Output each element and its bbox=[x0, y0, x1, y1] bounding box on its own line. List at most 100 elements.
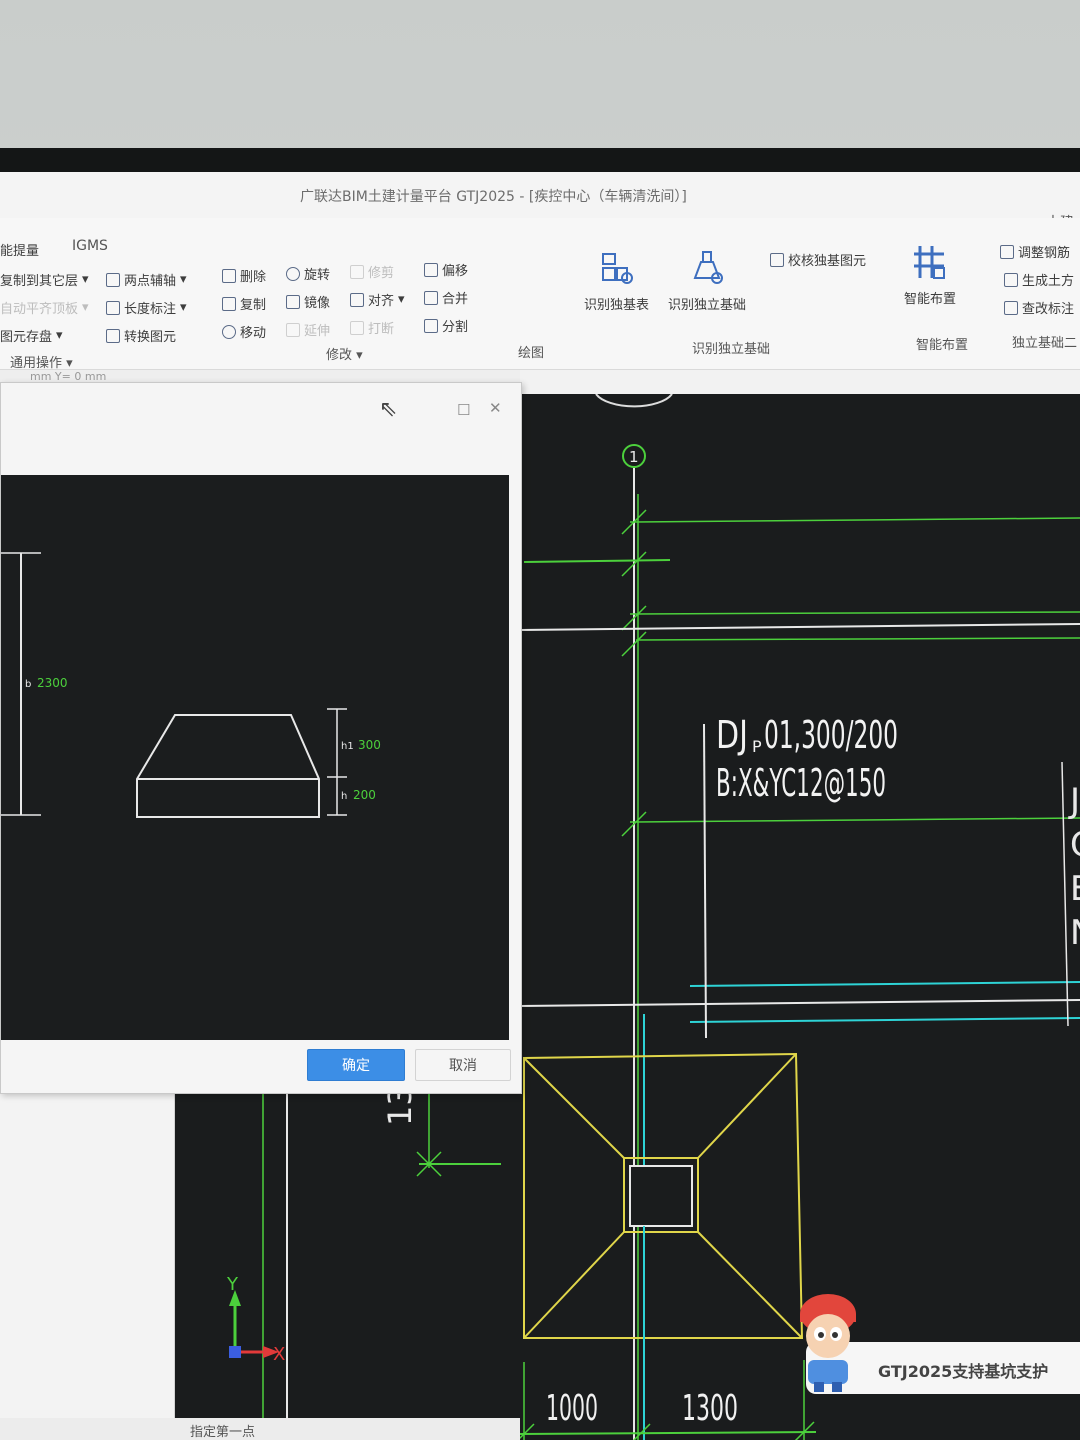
modify-group-label: 修改 bbox=[326, 348, 353, 363]
extend-label: 延伸 bbox=[304, 324, 331, 339]
rotate-button[interactable]: 旋转 bbox=[286, 264, 330, 283]
align-label: 对齐 bbox=[368, 294, 395, 309]
b-value: 2300 bbox=[37, 676, 68, 690]
split-icon bbox=[424, 318, 438, 333]
igms-button[interactable]: IGMS bbox=[72, 238, 108, 254]
common-ops-label: 通用操作 bbox=[10, 356, 63, 371]
move-label: 移动 bbox=[240, 326, 267, 341]
generate-earthwork-label: 生成土方 bbox=[1022, 274, 1075, 289]
merge-label: 合并 bbox=[442, 292, 469, 307]
annotation-icon bbox=[1004, 300, 1018, 315]
check-icon bbox=[770, 252, 784, 267]
identify-group: 识别独立基础 bbox=[692, 338, 770, 357]
trim-label: 修剪 bbox=[368, 266, 395, 281]
table-identify-icon bbox=[601, 253, 633, 284]
offset-button[interactable]: 偏移 bbox=[424, 260, 468, 279]
smart-layout-button[interactable]: 智能布置 bbox=[904, 242, 956, 307]
foundation-identify-icon bbox=[693, 251, 723, 284]
ribbon: 能提量 IGMS 复制到其它层 ▾ 自动平齐顶板 ▾ 图元存盘 ▾ 通用操作 ▾ 两点… bbox=[0, 218, 1080, 371]
edit-annotation-button[interactable]: 查改标注 bbox=[1004, 298, 1074, 317]
edge-char-4: N bbox=[1070, 913, 1080, 953]
offset-label: 偏移 bbox=[442, 264, 469, 279]
auto-align-slab-button[interactable]: 自动平齐顶板 ▾ bbox=[0, 298, 89, 317]
section-outline bbox=[136, 714, 320, 818]
split-button[interactable]: 分割 bbox=[424, 316, 468, 335]
igms-label: IGMS bbox=[72, 238, 108, 254]
mirror-button[interactable]: 镜像 bbox=[286, 292, 330, 311]
copy-to-floor-button[interactable]: 复制到其它层 ▾ bbox=[0, 270, 89, 289]
two-point-axis-button[interactable]: 两点辅轴 ▾ bbox=[106, 270, 187, 289]
section-drawing: b 2300 h1 300 h 200 bbox=[1, 552, 381, 818]
move-button[interactable]: 移动 bbox=[222, 322, 266, 341]
cancel-button[interactable]: 取消 bbox=[415, 1049, 511, 1081]
dim-line-4 bbox=[635, 637, 1080, 641]
dim-line-5 bbox=[629, 817, 1080, 823]
delete-button[interactable]: 删除 bbox=[222, 266, 266, 285]
merge-button[interactable]: 合并 bbox=[424, 288, 468, 307]
monitor-screen: 广联达BIM土建计量平台 GTJ2025 - [疾控中心（车辆清洗间）] 土建 … bbox=[0, 172, 1080, 1440]
mirror-icon bbox=[286, 294, 300, 309]
foundation-preview-dialog: ⇖ ☐ ✕ b 2300 h1 300 h 200 确定 取消 bbox=[0, 382, 522, 1094]
delete-label: 删除 bbox=[240, 270, 267, 285]
save-elements-button[interactable]: 图元存盘 ▾ bbox=[0, 326, 63, 345]
identify-foundation-label: 识别独立基础 bbox=[668, 298, 747, 313]
beam-line-cyan-1 bbox=[689, 981, 1080, 987]
close-button[interactable]: ✕ bbox=[489, 399, 502, 417]
earthwork-icon bbox=[1004, 272, 1018, 287]
modify-group[interactable]: 修改 ▾ bbox=[326, 344, 363, 363]
two-point-axis-label: 两点辅轴 bbox=[124, 274, 177, 289]
foundation-group-label: 独立基础二 bbox=[1012, 336, 1078, 351]
break-label: 打断 bbox=[368, 322, 395, 337]
beam-line-cyan-2 bbox=[689, 1017, 1080, 1023]
smart-quantity-button[interactable]: 能提量 bbox=[0, 240, 39, 259]
foundation-slope-2 bbox=[697, 1053, 797, 1159]
trim-icon bbox=[350, 264, 364, 279]
toast-message: GTJ2025支持基坑支护 bbox=[878, 1362, 1049, 1381]
align-icon bbox=[350, 292, 364, 307]
copy-button[interactable]: 复制 bbox=[222, 294, 266, 313]
smart-quantity-label: 能提量 bbox=[0, 244, 40, 259]
axis-number: 1 bbox=[629, 448, 639, 466]
annotation-leader bbox=[703, 723, 707, 1039]
wall-line-1 bbox=[519, 623, 1080, 631]
edge-char-2: C bbox=[1070, 825, 1080, 865]
convert-element-button[interactable]: 转换图元 bbox=[106, 326, 176, 345]
wall-line-2 bbox=[519, 999, 1080, 1007]
trim-button[interactable]: 修剪 bbox=[350, 262, 394, 281]
b-label: b bbox=[25, 679, 31, 690]
adjust-rebar-label: 调整钢筋 bbox=[1018, 246, 1071, 261]
smart-group-label: 智能布置 bbox=[916, 338, 969, 353]
dim-text-1300: 1300 bbox=[682, 1388, 738, 1429]
maximize-button[interactable]: ☐ bbox=[457, 401, 470, 419]
merge-icon bbox=[424, 290, 438, 305]
align-button[interactable]: 对齐 ▾ bbox=[350, 290, 405, 309]
mirror-label: 镜像 bbox=[304, 296, 331, 311]
edit-annotation-label: 查改标注 bbox=[1022, 302, 1075, 317]
move-icon bbox=[222, 324, 236, 339]
copy-icon bbox=[222, 296, 236, 311]
trash-icon bbox=[222, 268, 236, 283]
length-dim-button[interactable]: 长度标注 ▾ bbox=[106, 298, 187, 317]
grid-layout-icon bbox=[914, 246, 945, 279]
cad-canvas-lower[interactable]: 13 Y X bbox=[175, 1085, 520, 1440]
save-elements-label: 图元存盘 bbox=[0, 330, 53, 345]
identify-table-button[interactable]: 识别独基表 bbox=[584, 248, 649, 313]
break-button[interactable]: 打断 bbox=[350, 318, 394, 337]
adjust-rebar-button[interactable]: 调整钢筋 bbox=[1000, 242, 1070, 261]
foundation-slope-1 bbox=[523, 1057, 625, 1159]
dim-line-1 bbox=[629, 517, 1080, 523]
generate-earthwork-button[interactable]: 生成土方 bbox=[1004, 270, 1074, 289]
common-ops-group[interactable]: 通用操作 ▾ bbox=[10, 352, 73, 371]
dim-text-1000: 1000 bbox=[546, 1388, 598, 1429]
axis-icon bbox=[106, 272, 120, 287]
check-foundation-button[interactable]: 校核独基图元 bbox=[770, 250, 866, 269]
extend-button[interactable]: 延伸 bbox=[286, 320, 330, 339]
ok-button[interactable]: 确定 bbox=[307, 1049, 405, 1081]
break-icon bbox=[350, 320, 364, 335]
annotation-rebar: B:X&YC12@150 bbox=[716, 761, 886, 805]
edge-char-1: J bbox=[1068, 781, 1080, 821]
identify-foundation-button[interactable]: 识别独立基础 bbox=[668, 248, 746, 313]
copy-to-floor-label: 复制到其它层 bbox=[0, 274, 79, 289]
extend-icon bbox=[286, 322, 300, 337]
draw-group-label: 绘图 bbox=[518, 346, 545, 361]
